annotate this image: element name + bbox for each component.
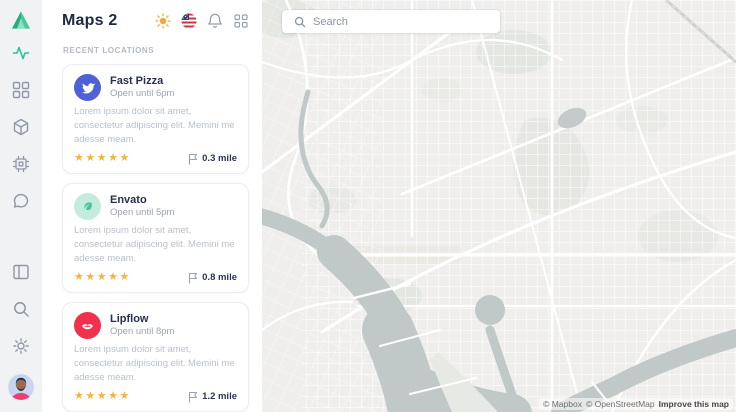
flag-icon [188,153,198,165]
sidebar-nav-bottom [8,263,34,400]
sidebar-nav-top [12,44,30,210]
map-search-input[interactable] [313,16,492,28]
theme-sun-icon[interactable] [155,13,171,29]
sidebar-item-box[interactable] [12,118,30,136]
distance-badge: 0.3 mile [188,153,237,165]
maps-app: Maps 2 [0,0,736,412]
mapbox-attribution-link[interactable]: © Mapbox [543,399,582,409]
sidebar-item-settings-gear[interactable] [12,337,30,355]
page-title: Maps 2 [62,12,117,30]
search-icon [294,16,306,28]
location-card[interactable]: Lipflow Open until 8pm Lorem ipsum dolor… [62,302,249,412]
location-name: Fast Pizza [110,75,174,88]
rating-stars: ★★★★★ [74,152,131,165]
apps-grid-icon[interactable] [233,13,249,29]
header-icons [155,13,249,29]
location-description: Lorem ipsum dolor sit amet, consectetur … [74,105,237,147]
location-hours: Open until 6pm [110,88,174,100]
distance-value: 1.2 mile [202,391,237,402]
language-us-flag-icon[interactable] [181,13,197,29]
notifications-bell-icon[interactable] [207,13,223,29]
card-title-block: Envato Open until 5pm [110,194,174,219]
location-hours: Open until 8pm [110,326,174,338]
sidebar-item-columns[interactable] [12,263,30,281]
improve-map-link[interactable]: Improve this map [659,399,729,409]
sidebar [0,0,42,412]
sidebar-item-chat[interactable] [12,192,30,210]
distance-badge: 1.2 mile [188,391,237,403]
section-label: RECENT LOCATIONS [63,46,249,55]
osm-attribution-link[interactable]: © OpenStreetMap [586,399,655,409]
sidebar-item-cpu[interactable] [12,155,30,173]
sidebar-item-search[interactable] [12,300,30,318]
locations-panel: Maps 2 [42,0,262,412]
location-name: Lipflow [110,313,174,326]
location-name: Envato [110,194,174,207]
location-description: Lorem ipsum dolor sit amet, consectetur … [74,224,237,266]
card-header: Lipflow Open until 8pm [74,312,237,339]
card-header: Fast Pizza Open until 6pm [74,74,237,101]
card-title-block: Lipflow Open until 8pm [110,313,174,338]
leaf-icon [74,193,101,220]
sidebar-item-activity[interactable] [12,44,30,62]
rating-stars: ★★★★★ [74,390,131,403]
sidebar-item-dashboard-grid[interactable] [12,81,30,99]
panel-header: Maps 2 [62,12,249,30]
rating-stars: ★★★★★ [74,271,131,284]
card-header: Envato Open until 5pm [74,193,237,220]
distance-value: 0.3 mile [202,153,237,164]
distance-badge: 0.8 mile [188,272,237,284]
flag-icon [188,272,198,284]
lips-icon [74,312,101,339]
location-hours: Open until 5pm [110,207,174,219]
map-attribution: © Mapbox © OpenStreetMap Improve this ma… [539,398,733,410]
distance-value: 0.8 mile [202,272,237,283]
bird-icon [74,74,101,101]
flag-icon [188,391,198,403]
location-card[interactable]: Fast Pizza Open until 6pm Lorem ipsum do… [62,64,249,174]
map-search-bar [282,10,500,33]
location-card[interactable]: Envato Open until 5pm Lorem ipsum dolor … [62,183,249,293]
user-avatar[interactable] [8,374,34,400]
map-canvas[interactable]: © Mapbox © OpenStreetMap Improve this ma… [262,0,736,412]
app-logo-icon[interactable] [10,10,32,30]
card-footer: ★★★★★ 0.8 mile [74,271,237,284]
basemap-tiles [262,0,736,412]
card-footer: ★★★★★ 1.2 mile [74,390,237,403]
location-description: Lorem ipsum dolor sit amet, consectetur … [74,343,237,385]
card-footer: ★★★★★ 0.3 mile [74,152,237,165]
card-title-block: Fast Pizza Open until 6pm [110,75,174,100]
